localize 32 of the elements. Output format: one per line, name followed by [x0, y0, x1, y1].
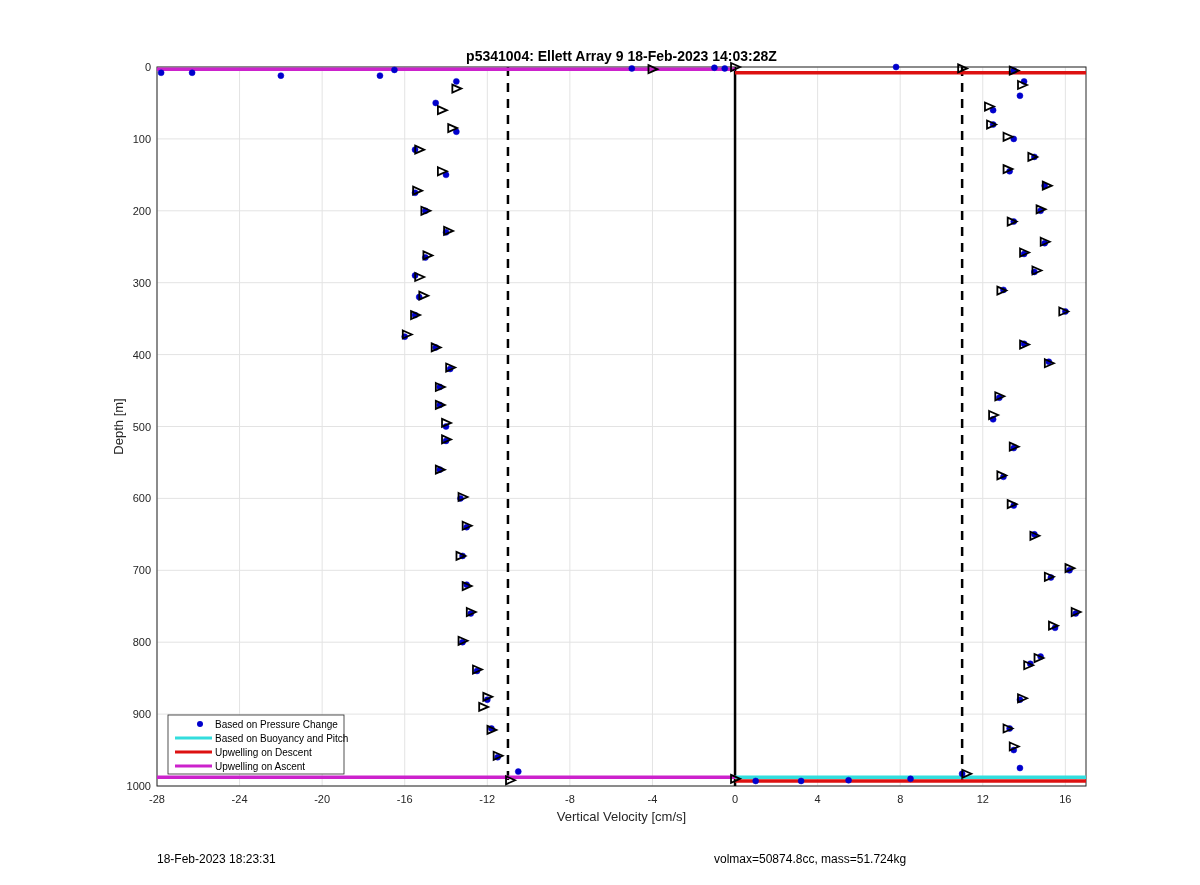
axis-tick-label: -20	[314, 793, 331, 805]
legend-label: Upwelling on Ascent	[215, 761, 306, 772]
axis-tick-label: -28	[149, 793, 165, 805]
axis-tick-label: 1000	[126, 780, 151, 792]
axis-tick-label: 700	[132, 564, 151, 577]
legend-label: Upwelling on Descent	[215, 747, 312, 758]
axis-tick-label: 100	[132, 132, 151, 145]
axis-tick-label: 400	[132, 348, 151, 361]
y-axis-label: Depth [m]	[111, 398, 126, 455]
axis-tick-label: 500	[132, 420, 151, 433]
axis-tick-label: 800	[132, 636, 151, 649]
axis-tick-label: 16	[1059, 793, 1072, 805]
volume-mass-text: volmax=50874.8cc, mass=51.724kg	[714, 852, 907, 866]
x-axis-label: Vertical Velocity [cm/s]	[556, 809, 687, 824]
axis-tick-label: -16	[396, 793, 413, 805]
timestamp-text: 18-Feb-2023 18:23:31	[157, 852, 277, 866]
axis-tick-label: 0	[732, 793, 739, 805]
chart-title: p5341004: Ellett Array 9 18-Feb-2023 14:03:28Z	[466, 48, 777, 64]
legend-label: Based on Buoyancy and Pitch	[215, 733, 349, 744]
axis-tick-label: 8	[897, 793, 904, 805]
axis-tick-label: 900	[132, 708, 151, 721]
axis-tick-label: 12	[976, 793, 989, 805]
axis-tick-label: 4	[814, 793, 821, 805]
axis-tick-label: 600	[132, 492, 151, 505]
axis-tick-label: -12	[479, 793, 496, 805]
legend-label: Based on Pressure Change	[215, 719, 338, 730]
axis-tick-label: 300	[132, 276, 151, 289]
axis-tick-label: 0	[144, 61, 151, 73]
axis-tick-label: -4	[647, 793, 658, 805]
axis-tick-label: -8	[565, 793, 575, 805]
axis-tick-label: -24	[231, 793, 248, 805]
axis-tick-label: 200	[132, 204, 151, 217]
